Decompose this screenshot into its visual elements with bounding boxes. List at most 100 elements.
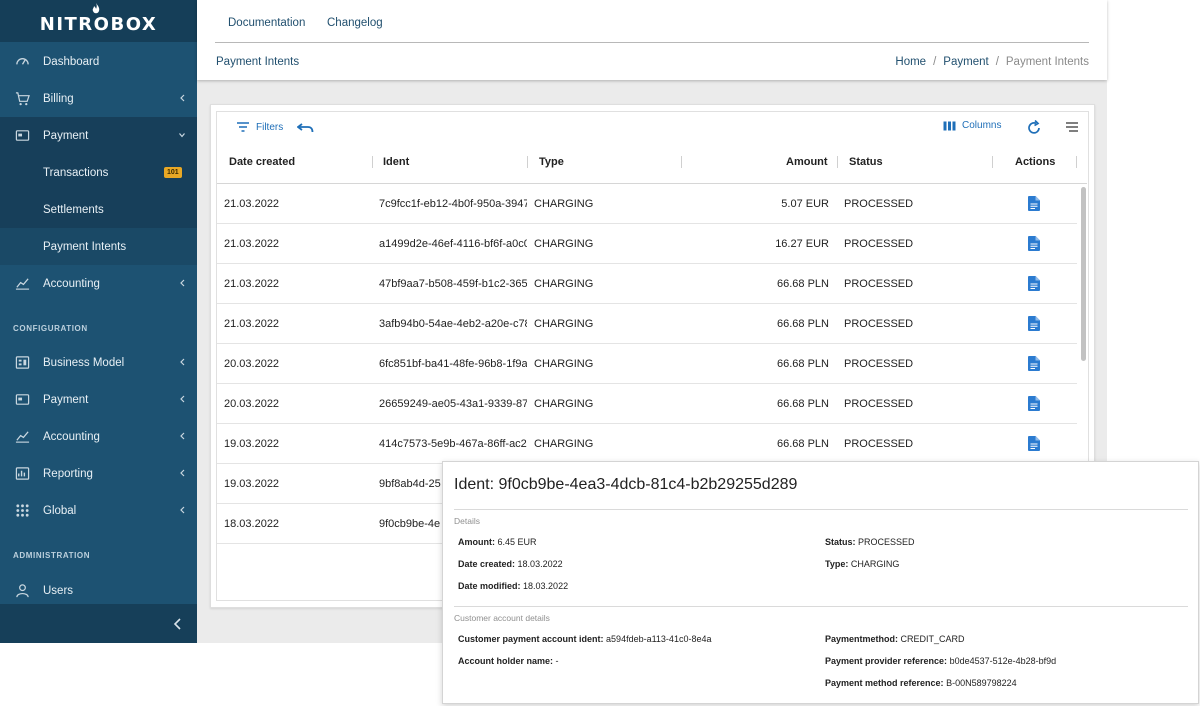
table-row[interactable]: 20.03.2022 6fc851bf-ba41-48fe-96b8-1f9a …	[217, 344, 1077, 384]
changelog-link[interactable]: Changelog	[327, 17, 383, 29]
table-row[interactable]: 21.03.2022 47bf9aa7-b508-459f-b1c2-365 C…	[217, 264, 1077, 304]
status-label: Status:	[825, 537, 856, 547]
document-icon[interactable]	[1028, 436, 1040, 451]
column-header-status[interactable]: Status	[849, 156, 883, 168]
sidebar-item-accounting[interactable]: Accounting	[0, 265, 197, 302]
sidebar-item-billing[interactable]: Billing	[0, 80, 197, 117]
column-separator[interactable]	[681, 156, 682, 168]
column-separator[interactable]	[837, 156, 838, 168]
business-model-icon	[15, 356, 30, 369]
cpai-value: a594fdeb-a113-41c0-8e4a	[606, 634, 712, 644]
customer-payment-account-field: Customer payment account ident: a594fdeb…	[458, 634, 711, 644]
cell-date: 18.03.2022	[224, 518, 280, 530]
sidebar-item-label: Business Model	[43, 356, 125, 369]
sidebar-item-config-payment[interactable]: Payment	[0, 381, 197, 418]
cell-amount: 66.68 PLN	[777, 438, 829, 450]
payment-method-field: Paymentmethod: CREDIT_CARD	[825, 634, 965, 644]
logo[interactable]: NITROBOX	[0, 0, 197, 42]
date-created-field: Date created: 18.03.2022	[458, 559, 563, 569]
payment-icon	[15, 394, 30, 405]
customer-section-label: Customer account details	[454, 613, 550, 623]
cell-status: PROCESSED	[844, 358, 914, 370]
sidebar-item-settlements[interactable]: Settlements	[0, 191, 197, 228]
cell-status: PROCESSED	[844, 238, 914, 250]
chevron-left-icon	[180, 506, 185, 514]
sidebar-item-config-accounting[interactable]: Accounting	[0, 418, 197, 455]
amount-label: Amount:	[458, 537, 495, 547]
document-icon[interactable]	[1028, 316, 1040, 331]
pmr-label: Payment method reference:	[825, 678, 944, 688]
type-field: Type: CHARGING	[825, 559, 899, 569]
columns-button[interactable]: Columns	[943, 120, 1001, 131]
cell-ident: 7c9fcc1f-eb12-4b0f-950a-3947	[379, 198, 527, 210]
cell-status: PROCESSED	[844, 438, 914, 450]
sidebar-item-label: Reporting	[43, 467, 93, 480]
date-modified-label: Date modified:	[458, 581, 521, 591]
holder-value: -	[555, 656, 559, 666]
column-header-amount[interactable]: Amount	[786, 156, 828, 168]
column-separator[interactable]	[1076, 156, 1077, 168]
payment-icon	[15, 130, 30, 141]
column-separator[interactable]	[992, 156, 993, 168]
sidebar-item-payment[interactable]: Payment	[0, 117, 197, 154]
column-header-ident[interactable]: Ident	[383, 156, 409, 168]
ppr-value: b0de4537-512e-4b28-bf9d	[949, 656, 1057, 666]
documentation-link[interactable]: Documentation	[228, 17, 305, 29]
cart-icon	[15, 92, 30, 106]
document-icon[interactable]	[1028, 196, 1040, 211]
sidebar-item-business-model[interactable]: Business Model	[0, 344, 197, 381]
document-icon[interactable]	[1028, 276, 1040, 291]
cell-date: 20.03.2022	[224, 358, 280, 370]
chevron-left-icon	[180, 358, 185, 366]
cell-date: 21.03.2022	[224, 238, 280, 250]
count-badge: 101	[164, 167, 182, 178]
table-row[interactable]: 21.03.2022 a1499d2e-46ef-4116-bf6f-a0c0 …	[217, 224, 1077, 264]
amount-value: 6.45 EUR	[497, 537, 537, 547]
top-divider	[215, 42, 1089, 43]
filters-button[interactable]: Filters	[236, 121, 283, 133]
collapse-sidebar-icon[interactable]	[173, 618, 182, 630]
cell-ident: 6fc851bf-ba41-48fe-96b8-1f9a	[379, 358, 527, 370]
cell-type: CHARGING	[534, 358, 594, 370]
breadcrumb-home[interactable]: Home	[895, 56, 926, 68]
sidebar-item-payment-intents[interactable]: Payment Intents	[0, 228, 197, 265]
table-row[interactable]: 21.03.2022 3afb94b0-54ae-4eb2-a20e-c78 C…	[217, 304, 1077, 344]
column-separator[interactable]	[372, 156, 373, 168]
sidebar-item-dashboard[interactable]: Dashboard	[0, 43, 197, 80]
sidebar-item-label: Payment	[43, 129, 89, 142]
document-icon[interactable]	[1028, 356, 1040, 371]
column-header-date[interactable]: Date created	[229, 156, 295, 168]
cell-status: PROCESSED	[844, 398, 914, 410]
dashboard-icon	[16, 58, 29, 65]
density-icon[interactable]	[1065, 122, 1079, 132]
sidebar-item-label: Global	[43, 504, 77, 517]
sidebar-item-global[interactable]: Global	[0, 492, 197, 529]
flame-icon	[92, 3, 100, 14]
cell-date: 19.03.2022	[224, 478, 280, 490]
scrollbar-thumb[interactable]	[1081, 187, 1086, 361]
chart-icon	[15, 431, 30, 443]
pm-value: CREDIT_CARD	[900, 634, 965, 644]
type-label: Type:	[825, 559, 849, 569]
column-header-type[interactable]: Type	[539, 156, 564, 168]
breadcrumb-payment[interactable]: Payment	[943, 56, 988, 68]
cell-status: PROCESSED	[844, 278, 914, 290]
cell-amount: 16.27 EUR	[775, 238, 829, 250]
refresh-icon[interactable]	[1027, 120, 1041, 135]
sidebar-item-transactions[interactable]: Transactions 101	[0, 154, 197, 191]
reporting-icon	[15, 467, 30, 480]
date-modified-value: 18.03.2022	[523, 581, 569, 591]
table-row[interactable]: 20.03.2022 26659249-ae05-43a1-9339-87 CH…	[217, 384, 1077, 424]
sidebar-item-reporting[interactable]: Reporting	[0, 455, 197, 492]
table-row[interactable]: 19.03.2022 414c7573-5e9b-467a-86ff-ac2 C…	[217, 424, 1077, 464]
document-icon[interactable]	[1028, 396, 1040, 411]
undo-icon[interactable]	[297, 122, 314, 133]
document-icon[interactable]	[1028, 236, 1040, 251]
column-separator[interactable]	[527, 156, 528, 168]
chevron-left-icon	[180, 94, 185, 102]
table-row[interactable]: 21.03.2022 7c9fcc1f-eb12-4b0f-950a-3947 …	[217, 184, 1077, 224]
cell-ident: 47bf9aa7-b508-459f-b1c2-365	[379, 278, 527, 290]
pm-label: Paymentmethod:	[825, 634, 899, 644]
cell-date: 20.03.2022	[224, 398, 280, 410]
sidebar-item-label: Users	[43, 584, 74, 597]
